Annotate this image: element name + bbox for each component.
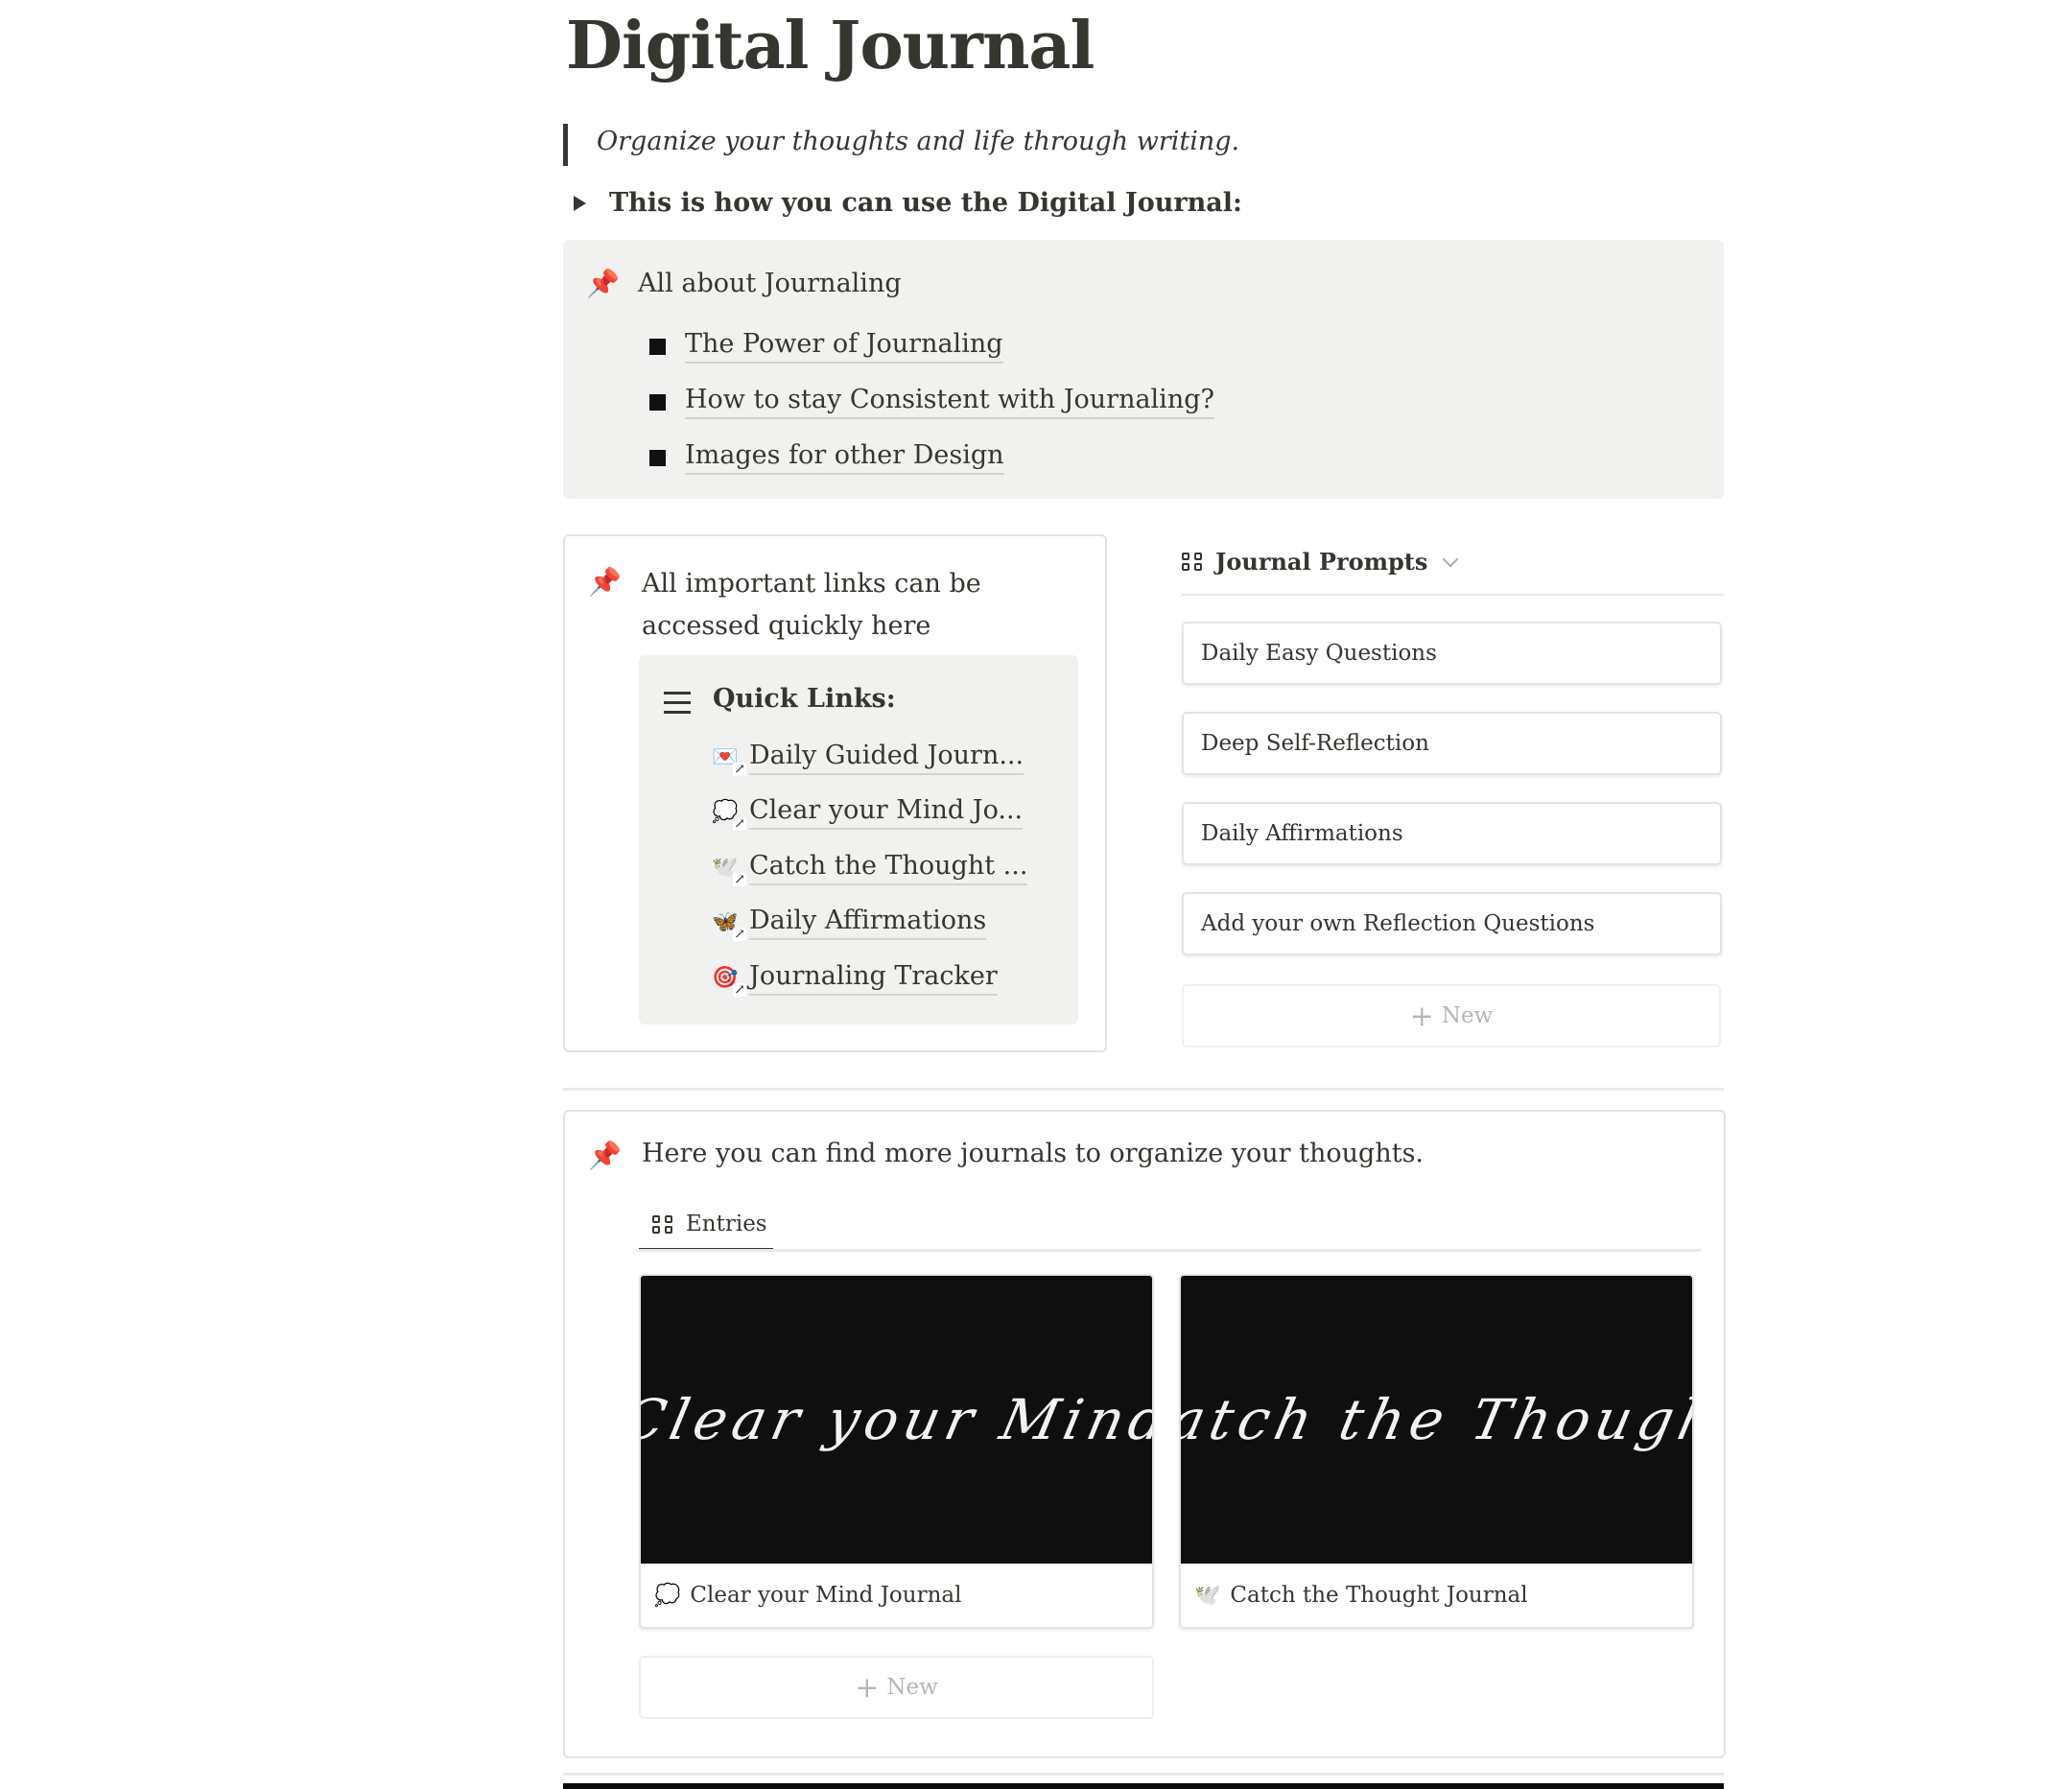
prompt-card[interactable]: Daily Affirmations	[1182, 802, 1722, 865]
link-arrow-icon: ↗	[733, 927, 746, 943]
page-title: Digital Journal	[566, 8, 1095, 84]
link-arrow-icon: ↗	[733, 761, 746, 777]
journal-card-caption: 💭 Clear your Mind Journal	[641, 1564, 1152, 1627]
gallery-view-icon	[1182, 553, 1204, 571]
about-list: The Power of Journaling How to stay Cons…	[649, 318, 1214, 485]
square-bullet-icon	[649, 338, 666, 355]
quick-link-item[interactable]: 💭 ↗ Clear your Mind Jo...	[712, 786, 1027, 841]
pushpin-icon: 📌	[588, 1140, 622, 1171]
bottom-block-edge	[563, 1783, 1724, 1789]
quick-link-label[interactable]: Daily Guided Journ...	[749, 741, 1024, 775]
new-label: New	[1441, 1003, 1494, 1028]
menu-lines-icon	[664, 692, 691, 720]
journal-card-caption: 🕊️ Catch the Thought Journal	[1181, 1564, 1692, 1627]
new-prompt-button[interactable]: + New	[1182, 984, 1721, 1048]
toggle-triangle-icon[interactable]	[574, 195, 586, 211]
list-item: How to stay Consistent with Journaling?	[649, 374, 1214, 430]
divider	[563, 1088, 1724, 1091]
tab-divider	[639, 1249, 1701, 1252]
prompt-card[interactable]: Deep Self-Reflection	[1182, 712, 1722, 775]
journals-callout: 📌 Here you can find more journals to org…	[563, 1110, 1726, 1758]
quick-links-list: 💌 ↗ Daily Guided Journ... 💭 ↗ Clear your M…	[712, 730, 1028, 1006]
page-quote: Organize your thoughts and life through …	[597, 127, 1240, 156]
dove-icon: 🕊️	[1194, 1583, 1221, 1608]
gallery-view-icon	[652, 1214, 674, 1234]
usage-toggle[interactable]: This is how you can use the Digital Jour…	[574, 188, 1242, 218]
callout-heading: All about Journaling	[638, 269, 902, 298]
quick-link-item[interactable]: 🦋 ↗ Daily Affirmations	[712, 896, 1027, 952]
toggle-label: This is how you can use the Digital Jour…	[609, 188, 1242, 218]
square-bullet-icon	[649, 449, 666, 466]
divider	[563, 1773, 1724, 1776]
prompts-view-title: Journal Prompts	[1215, 548, 1428, 576]
about-callout: 📌 All about Journaling The Power of Jour…	[563, 240, 1724, 499]
thought-bubble-icon: 💭	[654, 1583, 681, 1608]
quick-link-label[interactable]: Catch the Thought ...	[749, 851, 1028, 885]
chevron-down-icon[interactable]	[1442, 551, 1459, 567]
list-item: Images for other Design	[649, 430, 1214, 485]
quick-link-item[interactable]: 💌 ↗ Daily Guided Journ...	[712, 730, 1027, 786]
square-bullet-icon	[649, 393, 666, 411]
butterfly-icon: 🦋 ↗	[712, 910, 746, 943]
journal-card-title: Clear your Mind Journal	[690, 1583, 962, 1608]
plus-icon: +	[855, 1670, 880, 1705]
callout-heading: Here you can find more journals to organ…	[642, 1139, 1424, 1168]
quick-link-label[interactable]: Clear your Mind Jo...	[749, 795, 1024, 831]
link-arrow-icon: ↗	[733, 871, 746, 887]
page-link[interactable]: How to stay Consistent with Journaling?	[685, 385, 1214, 419]
quick-link-label[interactable]: Daily Affirmations	[749, 906, 987, 941]
quick-links-title: Quick Links:	[713, 684, 896, 714]
journal-card[interactable]: Clear your Mind 💭 Clear your Mind Journa…	[639, 1274, 1154, 1629]
plus-icon: +	[1409, 999, 1434, 1033]
link-arrow-icon: ↗	[733, 816, 746, 833]
journal-card[interactable]: Catch the Thought 🕊️ Catch the Thought J…	[1179, 1274, 1694, 1629]
link-arrow-icon: ↗	[733, 981, 746, 998]
quick-links-panel: Quick Links: 💌 ↗ Daily Guided Journ... 💭 ↗…	[639, 655, 1078, 1024]
quick-link-label[interactable]: Journaling Tracker	[749, 961, 998, 996]
cover-text: Catch the Thought	[1179, 1387, 1694, 1452]
dove-icon: 🕊️ ↗	[712, 855, 746, 887]
links-callout: 📌 All important links can be accessed qu…	[563, 534, 1107, 1052]
thought-bubble-icon: 💭 ↗	[712, 800, 746, 833]
pushpin-icon: 📌	[588, 566, 622, 598]
tab-entries[interactable]: Entries	[639, 1200, 773, 1252]
prompt-card[interactable]: Daily Easy Questions	[1182, 622, 1722, 685]
quote-bar	[563, 124, 568, 166]
callout-heading: All important links can be accessed quic…	[642, 569, 981, 641]
tab-label: Entries	[686, 1212, 767, 1236]
list-item: The Power of Journaling	[649, 318, 1214, 374]
new-journal-button[interactable]: + New	[639, 1656, 1154, 1719]
journal-cover-image: Catch the Thought	[1181, 1276, 1692, 1564]
prompts-divider	[1182, 594, 1724, 596]
page-link[interactable]: The Power of Journaling	[685, 329, 1003, 364]
journal-cover-image: Clear your Mind	[641, 1276, 1152, 1564]
pushpin-icon: 📌	[586, 268, 620, 299]
new-label: New	[886, 1675, 938, 1700]
quick-link-item[interactable]: 🕊️ ↗ Catch the Thought ...	[712, 840, 1028, 896]
prompts-view-selector[interactable]: Journal Prompts	[1182, 548, 1459, 576]
target-icon: 🎯 ↗	[712, 965, 746, 998]
journal-card-title: Catch the Thought Journal	[1230, 1583, 1528, 1608]
prompt-card[interactable]: Add your own Reflection Questions	[1182, 892, 1722, 955]
cover-text: Clear your Mind	[639, 1387, 1154, 1452]
love-letter-icon: 💌 ↗	[712, 744, 746, 777]
quick-link-item[interactable]: 🎯 ↗ Journaling Tracker	[712, 951, 1027, 1006]
page-link[interactable]: Images for other Design	[685, 440, 1004, 475]
